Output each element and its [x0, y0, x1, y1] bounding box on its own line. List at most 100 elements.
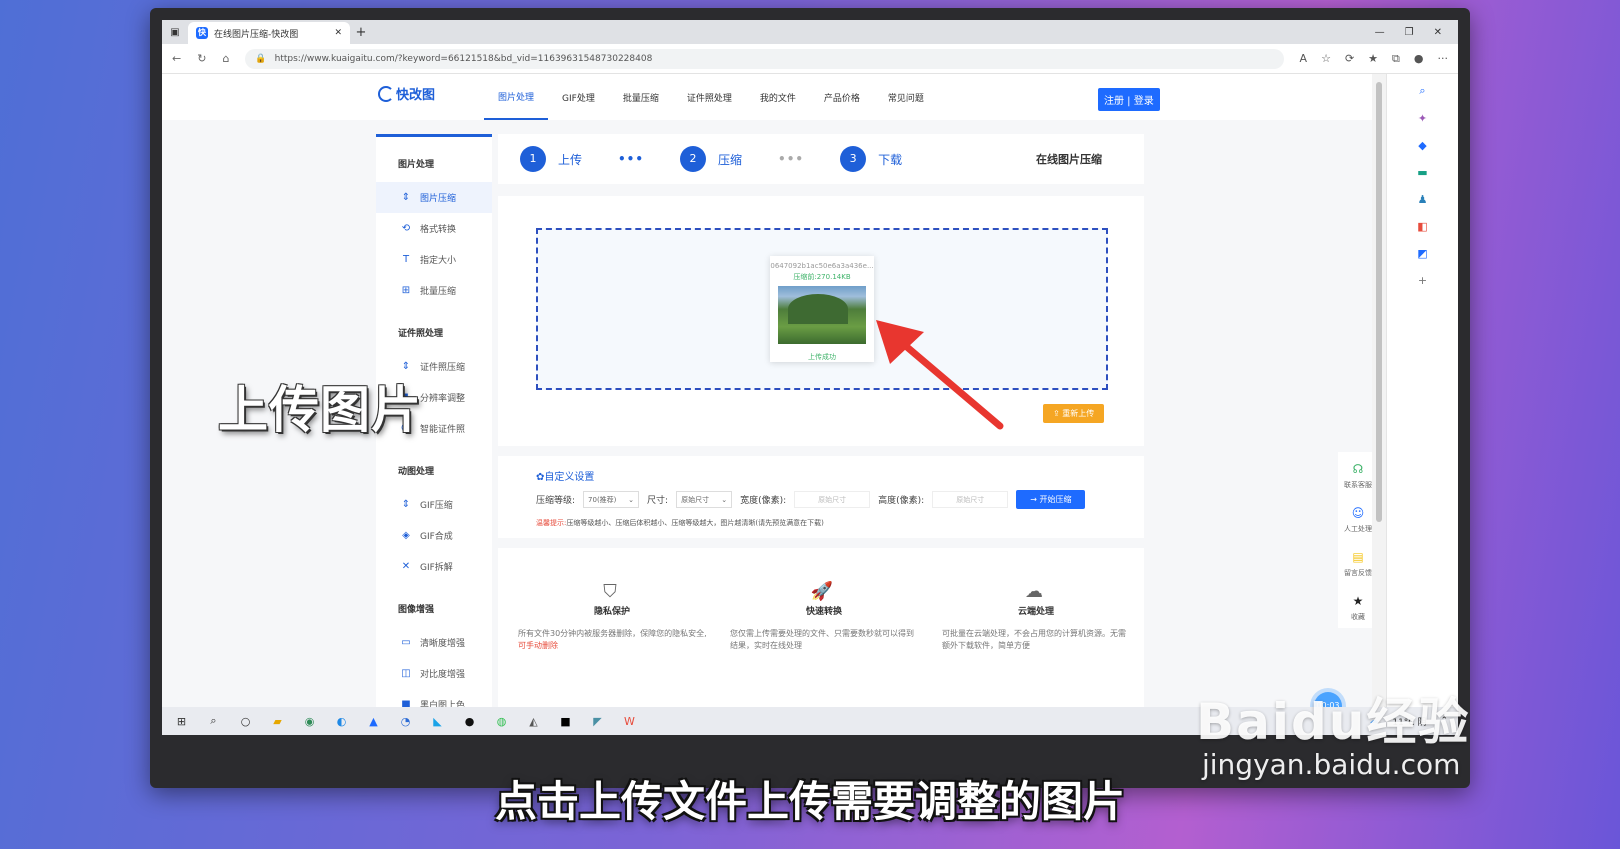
app-icon[interactable]: ◉ [300, 715, 319, 728]
bookmark-button[interactable]: ★ 收藏 [1338, 584, 1372, 628]
nav-pricing[interactable]: 产品价格 [824, 91, 860, 104]
nav-gif[interactable]: GIF处理 [562, 91, 595, 104]
sparkle-icon[interactable]: ✦ [1418, 112, 1427, 125]
new-tab-button[interactable]: + [350, 25, 372, 40]
collections-icon[interactable]: ⧉ [1392, 52, 1400, 66]
scrollbar-thumb[interactable] [1376, 82, 1382, 522]
start-compress-button[interactable]: → 开始压缩 [1016, 490, 1086, 509]
windows-start-icon[interactable]: ⊞ [172, 715, 191, 728]
search-icon[interactable]: ⌕ [204, 714, 223, 728]
search-icon[interactable]: ⌕ [1419, 84, 1425, 98]
nav-faq[interactable]: 常见问题 [888, 91, 924, 104]
sidebar-item-gif-compress[interactable]: ⇕ GIF压缩 [376, 489, 492, 520]
height-input[interactable]: 原始尺寸 [932, 491, 1009, 508]
sidebar-item-size[interactable]: T 指定大小 [376, 244, 492, 275]
outlook-icon[interactable]: ◩ [1417, 247, 1427, 260]
app-icon[interactable]: ◣ [428, 715, 447, 728]
sidebar-item-image-compress[interactable]: ⇕ 图片压缩 [376, 182, 492, 213]
sidebar-item-contrast[interactable]: ◫ 对比度增强 [376, 658, 492, 689]
left-caption: 上传图片 [218, 381, 422, 439]
reupload-button[interactable]: ⇪ 重新上传 [1043, 404, 1105, 423]
size-value: 原始尺寸 [681, 495, 710, 504]
main-nav: 图片处理 GIF处理 批量压缩 证件照处理 我的文件 产品价格 常见问题 [484, 74, 924, 120]
extensions-icon[interactable]: ⟳ [1345, 52, 1354, 66]
height-label: 高度(像素): [878, 496, 925, 506]
baidu-jingyan-watermark: Baidu经验 jingyan.baidu.com [1196, 682, 1470, 781]
maximize-icon[interactable]: ❐ [1405, 27, 1414, 38]
feature-title: 隐私保护 [594, 607, 631, 617]
help-label: 人工处理 [1344, 525, 1372, 533]
app-icon[interactable]: ◭ [524, 715, 543, 728]
nav-image-process[interactable]: 图片处理 [484, 74, 549, 120]
level-select[interactable]: 70(推荐) ⌄ [583, 491, 640, 508]
add-icon[interactable]: + [1418, 274, 1427, 287]
file-name: 0647092b1ac50e6a3a436e... [770, 262, 874, 270]
file-explorer-icon[interactable]: ▰ [268, 715, 287, 728]
sidebar-item-sharpen[interactable]: ▭ 清晰度增强 [376, 627, 492, 658]
tab-actions-icon[interactable]: ▣ [162, 27, 188, 38]
nav-batch[interactable]: 批量压缩 [623, 91, 659, 104]
sidebar-item-label: 智能证件照 [420, 425, 466, 435]
browser-tab[interactable]: 快 在线图片压缩-快改图 ✕ [188, 22, 350, 44]
star-icon: ★ [1352, 594, 1364, 608]
layers-icon: ◈ [402, 530, 410, 541]
step-dots: ••• [778, 152, 805, 166]
app-icon[interactable]: ▲ [364, 715, 383, 728]
games-icon[interactable]: ♟ [1418, 193, 1428, 206]
size-select[interactable]: 原始尺寸 ⌄ [676, 491, 733, 508]
step-upload: 1 上传 [520, 146, 582, 172]
refresh-icon[interactable]: ↻ [197, 52, 206, 65]
width-input[interactable]: 原始尺寸 [794, 491, 871, 508]
settings-header: ✿自定义设置 [536, 472, 595, 483]
toolbox-icon[interactable]: ▬ [1417, 166, 1427, 179]
nav-id-photo[interactable]: 证件照处理 [687, 91, 732, 104]
capcut-icon[interactable]: ■ [556, 715, 575, 728]
edge-browser-icon[interactable]: ◐ [332, 715, 351, 728]
tag-icon[interactable]: ◆ [1418, 139, 1426, 152]
minimize-icon[interactable]: — [1375, 27, 1385, 38]
wechat-icon[interactable]: ◍ [492, 715, 511, 728]
home-icon[interactable]: ⌂ [222, 52, 229, 65]
more-icon[interactable]: ··· [1438, 52, 1449, 66]
close-window-icon[interactable]: ✕ [1434, 27, 1442, 38]
favorites-icon[interactable]: ★ [1368, 52, 1378, 66]
uploaded-file-card[interactable]: 0647092b1ac50e6a3a436e... 压缩前:270.14KB 上… [770, 256, 874, 362]
help-label: 联系客服 [1344, 481, 1372, 489]
profile-icon[interactable]: ● [1414, 52, 1424, 66]
manual-delete-link[interactable]: 可手动删除 [518, 641, 558, 650]
sidebar-item-label: 清晰度增强 [420, 639, 466, 649]
custom-settings-panel: ✿自定义设置 压缩等级: 70(推荐) ⌄ 尺寸: 原始尺寸 ⌄ 宽度(像素): 原… [498, 456, 1144, 538]
sidebar-item-batch[interactable]: ⊞ 批量压缩 [376, 275, 492, 306]
nav-my-files[interactable]: 我的文件 [760, 91, 796, 104]
step-indicator: 1 上传 ••• 2 压缩 ••• 3 下载 在线图片压缩 [498, 134, 1144, 184]
back-icon[interactable]: ← [172, 52, 181, 65]
sidebar-item-label: 格式转换 [420, 225, 457, 235]
cortana-icon[interactable]: ○ [236, 715, 255, 728]
wps-icon[interactable]: W [620, 715, 639, 728]
site-logo[interactable]: 快改图 [378, 84, 435, 103]
office-icon[interactable]: ◧ [1417, 220, 1427, 233]
app-icon[interactable]: ◔ [396, 715, 415, 728]
favorite-add-icon[interactable]: ☆ [1321, 52, 1331, 66]
app-icon[interactable]: ● [460, 715, 479, 728]
app-icon[interactable]: ◤ [588, 715, 607, 728]
sidebar-item-gif-merge[interactable]: ◈ GIF合成 [376, 520, 492, 551]
browser-tabbar: ▣ 快 在线图片压缩-快改图 ✕ + — ❐ ✕ [162, 20, 1458, 44]
manual-process-button[interactable]: ☺ 人工处理 [1338, 496, 1372, 540]
close-tab-icon[interactable]: ✕ [334, 28, 342, 38]
tip-prefix: 温馨提示: [536, 519, 567, 527]
page-scrollbar[interactable] [1372, 74, 1386, 710]
sidebar-item-label: GIF合成 [420, 532, 453, 542]
sidebar-item-gif-split[interactable]: ✕ GIF拆解 [376, 551, 492, 582]
upload-dropzone[interactable]: 0647092b1ac50e6a3a436e... 压缩前:270.14KB 上… [536, 228, 1108, 390]
register-login-button[interactable]: 注册 | 登录 [1098, 88, 1160, 111]
sidebar-item-format[interactable]: ⟲ 格式转换 [376, 213, 492, 244]
contact-support-button[interactable]: ☊ 联系客服 [1338, 452, 1372, 496]
hd-icon: ▭ [401, 637, 411, 648]
url-text: https://www.kuaigaitu.com/?keyword=66121… [274, 53, 653, 64]
edge-sidebar: ⌕ ✦ ◆ ▬ ♟ ◧ ◩ + [1386, 74, 1458, 710]
url-field[interactable]: 🔒 https://www.kuaigaitu.com/?keyword=661… [245, 48, 1284, 69]
feedback-button[interactable]: ▤ 留言反馈 [1338, 540, 1372, 584]
read-aloud-icon[interactable]: A [1300, 52, 1308, 66]
tab-title: 在线图片压缩-快改图 [214, 29, 299, 40]
